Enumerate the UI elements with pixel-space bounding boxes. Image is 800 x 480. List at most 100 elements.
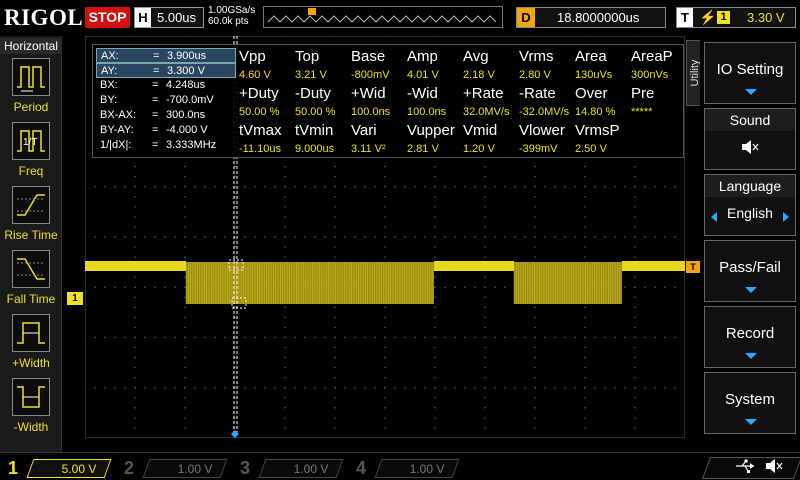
- graticule-dot: [664, 336, 666, 339]
- graticule-dot: [424, 387, 426, 389]
- graticule-dot: [134, 346, 136, 349]
- graticule-dot: [444, 387, 446, 389]
- graticule-dot: [644, 387, 646, 389]
- graticule-dot: [134, 407, 136, 409]
- graticule-dot: [634, 176, 636, 178]
- measurement-value: 2.18 V: [463, 69, 495, 81]
- sound-muted-icon: [705, 139, 795, 158]
- graticule-dot: [284, 226, 286, 228]
- toolbar-title: Horizontal: [0, 38, 62, 54]
- graticule-dot: [474, 186, 476, 188]
- graticule-dot: [284, 196, 286, 198]
- graticule-dot: [574, 336, 576, 339]
- graticule-dot: [234, 427, 236, 429]
- graticule-dot: [364, 186, 366, 188]
- graticule-dot: [204, 387, 206, 389]
- system-button[interactable]: System: [704, 372, 796, 434]
- channel-4-indicator[interactable]: 4 1.00 V: [350, 457, 460, 479]
- graticule-dot: [534, 216, 536, 218]
- sound-button[interactable]: Sound: [704, 108, 796, 170]
- measure-negative-width-button[interactable]: -Width: [0, 376, 62, 440]
- graticule-dot: [244, 236, 246, 238]
- graticule-dot: [654, 236, 656, 238]
- measure-period-button[interactable]: Period: [0, 56, 62, 120]
- cursor-value: 3.333MHz: [166, 139, 217, 151]
- graticule-dot: [534, 306, 536, 309]
- measure-freq-button[interactable]: 1/T Freq: [0, 120, 62, 184]
- horizontal-timebase[interactable]: H 5.00us: [134, 7, 204, 28]
- measurement-value: 50.00 %: [295, 106, 336, 118]
- trigger-level-marker[interactable]: T: [686, 261, 700, 273]
- graticule-dot: [544, 336, 546, 339]
- measure-rise-time-button[interactable]: Rise Time: [0, 184, 62, 248]
- cursor-row: BX: = 4.248us: [96, 78, 236, 93]
- measurement-name: -Rate: [519, 85, 556, 102]
- graticule-dot: [634, 336, 636, 339]
- delay-display[interactable]: D 18.8000000us: [516, 7, 666, 28]
- graticule-dot: [134, 176, 136, 178]
- channel-3-indicator[interactable]: 3 1.00 V: [234, 457, 344, 479]
- graticule-dot: [334, 186, 336, 188]
- graticule-dot: [434, 387, 436, 389]
- measure-positive-width-button[interactable]: +Width: [0, 312, 62, 376]
- graticule-dot: [114, 387, 116, 389]
- run-stop-button[interactable]: STOP: [85, 7, 130, 28]
- graticule-dot: [104, 336, 106, 339]
- record-button[interactable]: Record: [704, 306, 796, 368]
- graticule-dot: [184, 256, 186, 258]
- graticule-dot: [284, 176, 286, 178]
- language-button[interactable]: Language English: [704, 174, 796, 236]
- io-setting-label: IO Setting: [716, 61, 784, 78]
- graticule-dot: [144, 336, 146, 339]
- measure-fall-time-button[interactable]: Fall Time: [0, 248, 62, 312]
- memory-overview[interactable]: [263, 6, 503, 28]
- graticule-dot: [134, 336, 136, 339]
- delay-label: D: [517, 8, 535, 27]
- freq-label: Freq: [18, 164, 44, 178]
- graticule-dot: [584, 346, 586, 349]
- graticule-dot: [644, 336, 646, 339]
- cursor-key: AY:: [101, 65, 118, 77]
- channel-2-indicator[interactable]: 2 1.00 V: [118, 457, 228, 479]
- graticule-dot: [384, 387, 386, 389]
- graticule-dot: [584, 417, 586, 419]
- graticule-dot: [484, 356, 486, 359]
- graticule-dot: [594, 387, 596, 389]
- channel-1-indicator[interactable]: 1 5.00 V: [2, 457, 112, 479]
- trigger-edge-icon: ⚡: [699, 9, 717, 25]
- pass-fail-button[interactable]: Pass/Fail: [704, 240, 796, 302]
- graticule-dot: [434, 306, 436, 309]
- ch1-offset-marker[interactable]: 1: [67, 292, 83, 305]
- graticule-dot: [554, 236, 556, 238]
- cursor-row: 1/|dX|: = 3.333MHz: [96, 138, 236, 153]
- graticule-dot: [534, 236, 536, 238]
- graticule-dot: [274, 336, 276, 339]
- graticule-dot: [384, 366, 386, 369]
- graticule-dot: [394, 236, 396, 238]
- graticule-dot: [374, 186, 376, 188]
- graticule-dot: [654, 387, 656, 389]
- graticule-dot: [594, 236, 596, 238]
- graticule-dot: [134, 387, 136, 389]
- graticule-dot: [534, 326, 536, 329]
- graticule-dot: [384, 176, 386, 178]
- graticule-dot: [584, 306, 586, 309]
- usb-icon: [734, 458, 756, 477]
- io-setting-button[interactable]: IO Setting: [704, 42, 796, 104]
- graticule-dot: [234, 206, 236, 208]
- graticule-dot: [124, 387, 126, 389]
- cursor-value: 4.248us: [166, 79, 206, 91]
- graticule-dot: [384, 196, 386, 198]
- trigger-display[interactable]: T ⚡ 1 3.30 V: [676, 7, 796, 28]
- graticule-dot: [174, 236, 176, 238]
- graticule-dot: [384, 356, 386, 359]
- graticule-dot: [334, 346, 336, 349]
- channel-scale: 1.00 V: [142, 459, 228, 478]
- graticule-dot: [384, 427, 386, 429]
- graticule-dot: [334, 377, 336, 379]
- cursor-value: 3.300 V: [167, 65, 205, 77]
- channel-status-bar: 1 5.00 V 2 1.00 V 3 1.00 V 4 1.00 V: [0, 452, 800, 480]
- graticule-dot: [484, 256, 486, 258]
- graticule-dot: [584, 236, 586, 238]
- graticule-dot: [534, 186, 536, 188]
